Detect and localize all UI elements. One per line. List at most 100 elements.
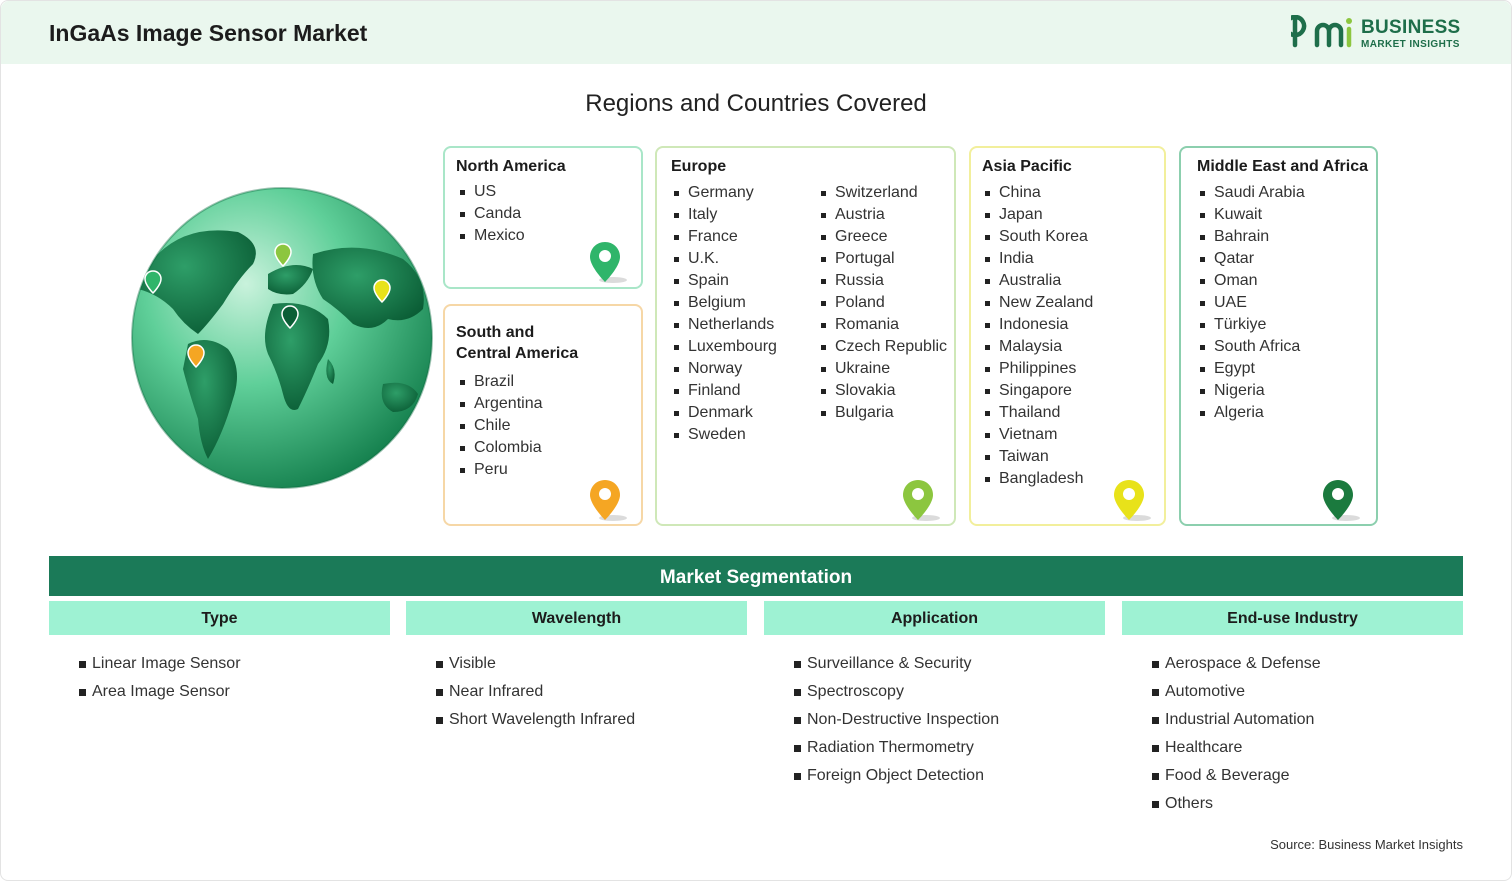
list-item: Surveillance & Security <box>794 650 999 678</box>
list-item: Oman <box>1198 270 1305 292</box>
list-item: Türkiye <box>1198 314 1305 336</box>
list-item: Algeria <box>1198 402 1305 424</box>
card-europe: Europe Germany Italy France U.K. Spain B… <box>655 146 956 526</box>
card-title-europe: Europe <box>671 158 727 175</box>
card-south-central-america: South and Central America Brazil Argenti… <box>443 304 643 526</box>
list-item: Austria <box>819 204 947 226</box>
segment-list-wavelength: Visible Near Infrared Short Wavelength I… <box>436 650 635 734</box>
list-item: Czech Republic <box>819 336 947 358</box>
card-title-asia-pacific: Asia Pacific <box>982 158 1072 175</box>
list-item: Malaysia <box>983 336 1093 358</box>
logo-line1: BUSINESS <box>1361 17 1461 38</box>
list-item: Food & Beverage <box>1152 762 1321 790</box>
country-list-asia-pacific: China Japan South Korea India Australia … <box>983 182 1093 490</box>
list-item: India <box>983 248 1093 270</box>
list-item: Bahrain <box>1198 226 1305 248</box>
list-item: Japan <box>983 204 1093 226</box>
segment-header-application: Application <box>764 601 1105 635</box>
list-item: Industrial Automation <box>1152 706 1321 734</box>
list-item: Thailand <box>983 402 1093 424</box>
segment-header-wavelength: Wavelength <box>406 601 747 635</box>
list-item: China <box>983 182 1093 204</box>
list-item: U.K. <box>672 248 777 270</box>
card-title-middle-east-africa: Middle East and Africa <box>1197 158 1368 175</box>
list-item: Greece <box>819 226 947 248</box>
list-item: Finland <box>672 380 777 402</box>
map-pin-icon <box>903 480 940 521</box>
list-item: Romania <box>819 314 947 336</box>
list-item: Russia <box>819 270 947 292</box>
list-item: Belgium <box>672 292 777 314</box>
card-north-america: North America US Canda Mexico <box>443 146 643 289</box>
list-item: Bulgaria <box>819 402 947 424</box>
list-item: Colombia <box>458 437 543 459</box>
country-list-south-central-america: Brazil Argentina Chile Colombia Peru <box>458 371 543 481</box>
list-item: Norway <box>672 358 777 380</box>
list-item: Kuwait <box>1198 204 1305 226</box>
list-item: Chile <box>458 415 543 437</box>
logo-line2: MARKET INSIGHTS <box>1361 39 1460 50</box>
card-middle-east-africa: Middle East and Africa Saudi Arabia Kuwa… <box>1179 146 1378 526</box>
list-item: Automotive <box>1152 678 1321 706</box>
list-item: Radiation Thermometry <box>794 734 999 762</box>
list-item: Slovakia <box>819 380 947 402</box>
country-list-middle-east-africa: Saudi Arabia Kuwait Bahrain Qatar Oman U… <box>1198 182 1305 424</box>
list-item: Bangladesh <box>983 468 1093 490</box>
country-list-north-america: US Canda Mexico <box>458 181 525 247</box>
list-item: Aerospace & Defense <box>1152 650 1321 678</box>
segment-list-type: Linear Image Sensor Area Image Sensor <box>79 650 241 706</box>
list-item: South Korea <box>983 226 1093 248</box>
list-item: Indonesia <box>983 314 1093 336</box>
list-item: Non-Destructive Inspection <box>794 706 999 734</box>
list-item: Luxembourg <box>672 336 777 358</box>
list-item: Spectroscopy <box>794 678 999 706</box>
list-item: Argentina <box>458 393 543 415</box>
country-list-europe-col2: Switzerland Austria Greece Portugal Russ… <box>819 182 947 424</box>
list-item: Taiwan <box>983 446 1093 468</box>
list-item: Sweden <box>672 424 777 446</box>
list-item: UAE <box>1198 292 1305 314</box>
segmentation-title-bar: Market Segmentation <box>49 556 1463 596</box>
segment-list-application: Surveillance & Security Spectroscopy Non… <box>794 650 999 790</box>
source-note: Source: Business Market Insights <box>1270 837 1463 852</box>
list-item: Denmark <box>672 402 777 424</box>
list-item: Area Image Sensor <box>79 678 241 706</box>
company-logo: BUSINESS MARKET INSIGHTS <box>1283 14 1471 53</box>
card-title-south-central-america: South and Central America <box>456 324 579 362</box>
list-item: US <box>458 181 525 203</box>
card-asia-pacific: Asia Pacific China Japan South Korea Ind… <box>969 146 1166 526</box>
list-item: Australia <box>983 270 1093 292</box>
list-item: Switzerland <box>819 182 947 204</box>
map-pin-icon <box>1114 480 1151 521</box>
list-item: Egypt <box>1198 358 1305 380</box>
country-list-europe-col1: Germany Italy France U.K. Spain Belgium … <box>672 182 777 446</box>
list-item: Spain <box>672 270 777 292</box>
list-item: New Zealand <box>983 292 1093 314</box>
map-pin-icon <box>590 480 627 521</box>
list-item: Canda <box>458 203 525 225</box>
list-item: Ukraine <box>819 358 947 380</box>
page-title: InGaAs Image Sensor Market <box>49 20 368 46</box>
regions-title: Regions and Countries Covered <box>585 90 927 117</box>
list-item: Foreign Object Detection <box>794 762 999 790</box>
segment-list-end-use-industry: Aerospace & Defense Automotive Industria… <box>1152 650 1321 818</box>
list-item: Visible <box>436 650 635 678</box>
list-item: Nigeria <box>1198 380 1305 402</box>
segment-header-end-use-industry: End-use Industry <box>1122 601 1463 635</box>
globe-icon <box>131 187 433 489</box>
list-item: France <box>672 226 777 248</box>
list-item: Portugal <box>819 248 947 270</box>
segment-header-type: Type <box>49 601 390 635</box>
list-item: Singapore <box>983 380 1093 402</box>
list-item: Netherlands <box>672 314 777 336</box>
list-item: Italy <box>672 204 777 226</box>
list-item: Near Infrared <box>436 678 635 706</box>
list-item: South Africa <box>1198 336 1305 358</box>
list-item: Poland <box>819 292 947 314</box>
list-item: Philippines <box>983 358 1093 380</box>
list-item: Vietnam <box>983 424 1093 446</box>
map-pin-icon <box>590 242 627 283</box>
card-title-north-america: North America <box>456 158 566 175</box>
logo-mark-icon <box>1283 14 1352 48</box>
list-item: Linear Image Sensor <box>79 650 241 678</box>
